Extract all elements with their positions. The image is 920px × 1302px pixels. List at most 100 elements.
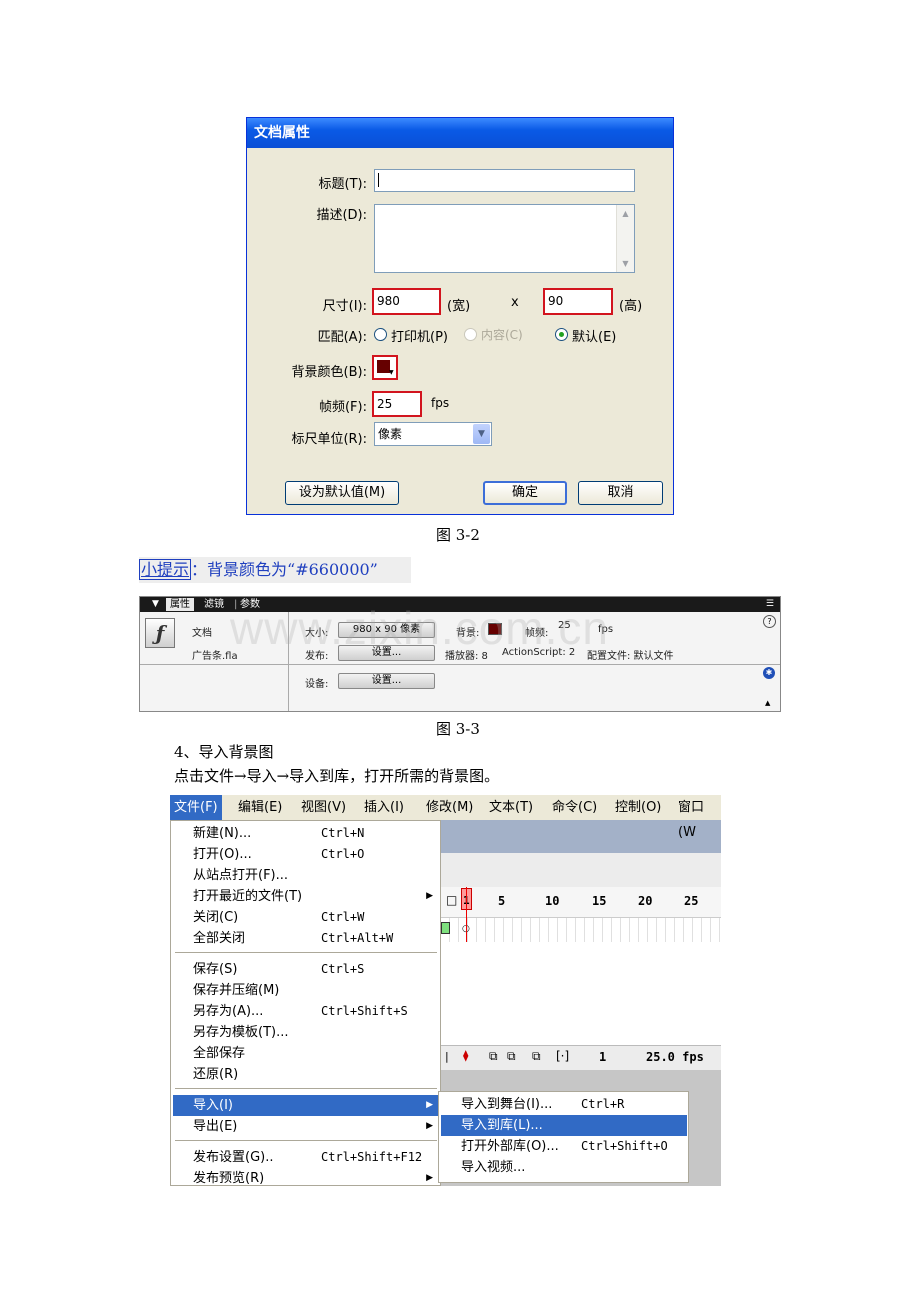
onion-outline-icon[interactable]: ⧉ — [507, 1049, 516, 1064]
menu-item-close[interactable]: 关闭(C) Ctrl+W — [173, 907, 439, 928]
menu-item-label: 打开外部库(O)... — [461, 1139, 559, 1154]
tip-label[interactable]: 小提示 — [139, 559, 192, 580]
cancel-button[interactable]: 取消 — [578, 481, 663, 505]
help-icon[interactable]: ? — [763, 615, 776, 628]
properties-panel: ▼ 属性 滤镜 | 参数 ☰ ƒ 文档 广告条.fla 大小: 980 x 90… — [139, 596, 781, 712]
menu-item-label: 发布预览(R) — [193, 1171, 265, 1186]
menu-item-shortcut: Ctrl+R — [581, 1097, 625, 1111]
menu-item-open-recent[interactable]: 打开最近的文件(T) ▶ — [173, 886, 439, 907]
menu-item-save-and-compact[interactable]: 保存并压缩(M) — [173, 980, 439, 1001]
tab-filters[interactable]: 滤镜 — [204, 597, 224, 612]
chevron-down-icon[interactable]: ▼ — [473, 424, 490, 444]
menu-item-export[interactable]: 导出(E) ▶ — [173, 1116, 439, 1137]
menu-item-publish-settings[interactable]: 发布设置(G).. Ctrl+Shift+F12 — [173, 1147, 439, 1168]
figure-caption-3-3: 图 3-3 — [436, 720, 480, 738]
submenu-item-import-to-stage[interactable]: 导入到舞台(I)... Ctrl+R — [441, 1094, 687, 1115]
set-default-button[interactable]: 设为默认值(M) — [285, 481, 399, 505]
menu-item-new[interactable]: 新建(N)... Ctrl+N — [173, 823, 439, 844]
match-default-radio[interactable] — [555, 328, 568, 341]
menu-item-shortcut: Ctrl+Alt+W — [321, 931, 394, 945]
menu-item-save-as[interactable]: 另存为(A)... Ctrl+Shift+S — [173, 1001, 439, 1022]
title-label: 标题(T): — [318, 177, 367, 192]
menu-item-shortcut: Ctrl+Shift+O — [581, 1139, 668, 1153]
menu-item-label: 从站点打开(F)... — [193, 868, 289, 883]
fps-label: 帧频(F): — [318, 400, 367, 415]
menu-item-label: 导入到库(L)... — [461, 1118, 543, 1133]
collapse-triangle-icon[interactable]: ▼ — [152, 597, 159, 612]
description-textarea[interactable]: ▲ ▼ — [374, 204, 635, 273]
expand-triangle-icon[interactable]: ▲ — [765, 699, 770, 707]
submenu-arrow-icon: ▶ — [426, 1100, 433, 1110]
menu-item-close-all[interactable]: 全部关闭 Ctrl+Alt+W — [173, 928, 439, 949]
timeline-empty-area — [441, 942, 721, 1045]
menu-item-import[interactable]: 导入(I) ▶ — [173, 1095, 439, 1116]
menu-modify[interactable]: 修改(M) — [422, 795, 477, 820]
ruler-units-label: 标尺单位(R): — [291, 432, 367, 447]
ruler-units-select[interactable]: 像素 ▼ — [374, 422, 492, 446]
timeline-frames-row[interactable]: ○ — [441, 918, 721, 942]
menu-item-save-as-template[interactable]: 另存为模板(T)... — [173, 1022, 439, 1043]
flash-document-icon: ƒ — [145, 618, 175, 648]
document-type: 文档 — [192, 628, 212, 639]
frame-number: 10 — [545, 894, 560, 908]
menu-item-shortcut: Ctrl+O — [321, 847, 365, 861]
background-color-swatch[interactable]: ▼ — [372, 355, 398, 380]
menu-window[interactable]: 窗口(W — [674, 795, 721, 840]
panel-menu-icon[interactable]: ☰ — [766, 597, 774, 612]
scroll-up-icon[interactable]: ▲ — [618, 206, 633, 221]
submenu-arrow-icon: ▶ — [426, 891, 433, 901]
ok-button[interactable]: 确定 — [483, 481, 567, 505]
scroll-down-icon[interactable]: ▼ — [618, 256, 633, 271]
menu-item-save[interactable]: 保存(S) Ctrl+S — [173, 959, 439, 980]
menu-item-open[interactable]: 打开(O)... Ctrl+O — [173, 844, 439, 865]
menu-item-publish-preview[interactable]: 发布预览(R) ▶ — [173, 1168, 439, 1186]
fps-input[interactable]: 25 — [372, 391, 422, 417]
title-input[interactable] — [374, 169, 635, 192]
description-label: 描述(D): — [316, 208, 367, 223]
menu-item-revert[interactable]: 还原(R) — [173, 1064, 439, 1085]
document-properties-dialog: 文档属性 标题(T): 描述(D): ▲ ▼ 尺寸(I): 980 (宽) x … — [246, 117, 674, 515]
menu-item-shortcut: Ctrl+S — [321, 962, 365, 976]
menu-edit[interactable]: 编辑(E) — [234, 795, 286, 820]
watermark: www.zixin.com.cn — [230, 602, 609, 654]
submenu-item-import-video[interactable]: 导入视频... — [441, 1157, 687, 1178]
width-input[interactable]: 980 — [372, 288, 441, 315]
menu-item-save-all[interactable]: 全部保存 — [173, 1043, 439, 1064]
match-content-radio[interactable] — [464, 328, 477, 341]
fps-unit: fps — [431, 396, 450, 410]
menu-item-label: 导入视频... — [461, 1160, 526, 1175]
menu-item-label: 另存为模板(T)... — [193, 1025, 289, 1040]
tab-properties[interactable]: 属性 — [166, 598, 194, 611]
import-submenu: 导入到舞台(I)... Ctrl+R 导入到库(L)... 打开外部库(O)...… — [438, 1091, 689, 1183]
frame-number: 5 — [498, 894, 506, 908]
menu-commands[interactable]: 命令(C) — [548, 795, 601, 820]
menu-control[interactable]: 控制(O) — [611, 795, 665, 820]
submenu-item-import-to-library[interactable]: 导入到库(L)... — [441, 1115, 687, 1136]
height-input[interactable]: 90 — [543, 288, 613, 315]
description-scrollbar[interactable]: ▲ ▼ — [616, 205, 634, 272]
menu-text[interactable]: 文本(T) — [485, 795, 537, 820]
menu-insert[interactable]: 插入(I) — [360, 795, 408, 820]
menu-item-label: 新建(N)... — [193, 826, 252, 841]
submenu-arrow-icon: ▶ — [426, 1173, 433, 1183]
times-sign: x — [511, 295, 519, 310]
accessibility-icon[interactable]: ✱ — [763, 667, 775, 679]
edit-multiple-frames-icon[interactable]: ⧉ — [532, 1049, 541, 1064]
menu-view[interactable]: 视图(V) — [297, 795, 350, 820]
menu-item-open-from-site[interactable]: 从站点打开(F)... — [173, 865, 439, 886]
menu-item-label: 发布设置(G).. — [193, 1150, 274, 1165]
timeline-footer: | ⧫ ⧉ ⧉ ⧉ [·] 1 25.0 fps — [441, 1045, 721, 1070]
width-unit: (宽) — [447, 299, 471, 314]
menu-item-label: 导出(E) — [193, 1119, 238, 1134]
onion-skin-icon[interactable]: ⧉ — [489, 1049, 498, 1064]
menu-item-label: 另存为(A)... — [193, 1004, 264, 1019]
match-printer-radio[interactable] — [374, 328, 387, 341]
file-menu-screenshot: □ 1 5 10 15 20 25 ○ | ⧫ ⧉ ⧉ ⧉ [·] 1 25.0… — [170, 795, 721, 1186]
timeline-header — [441, 853, 721, 887]
menu-file[interactable]: 文件(F) — [170, 795, 222, 820]
ruler-units-value: 像素 — [378, 427, 403, 441]
submenu-item-open-external-library[interactable]: 打开外部库(O)... Ctrl+Shift+O — [441, 1136, 687, 1157]
center-frame-icon[interactable]: ⧫ — [463, 1049, 468, 1062]
modify-markers-icon[interactable]: [·] — [556, 1049, 569, 1063]
device-settings-button[interactable]: 设置... — [338, 673, 435, 689]
